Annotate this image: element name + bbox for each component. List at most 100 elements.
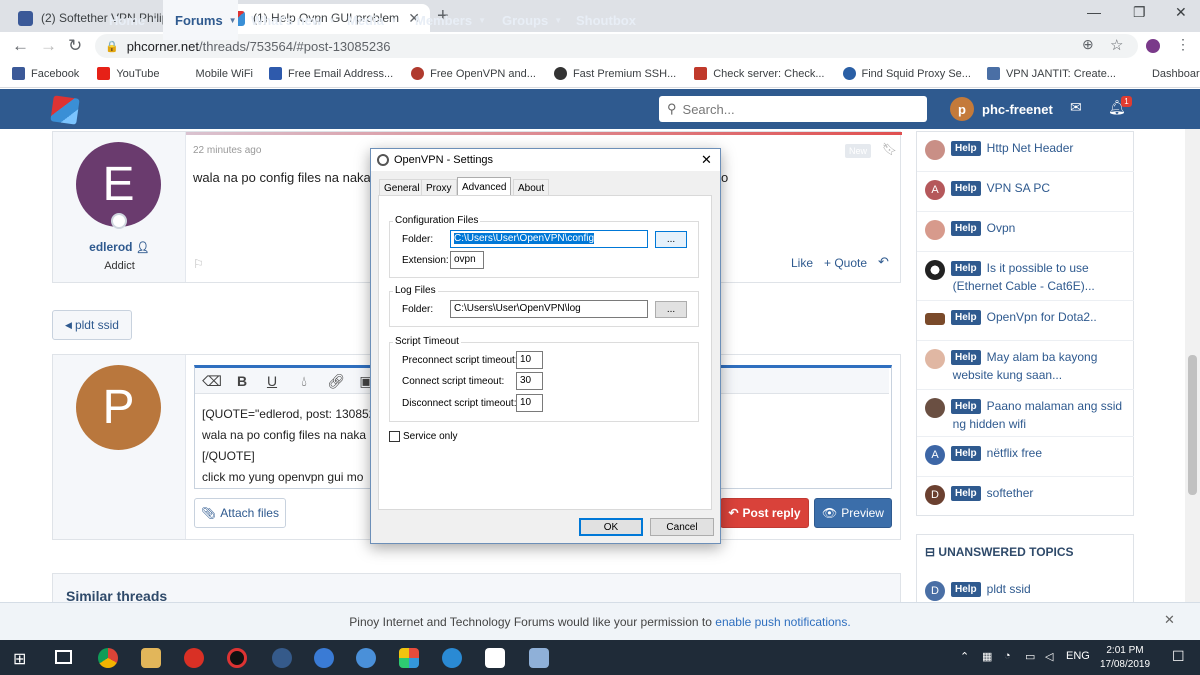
nav-media[interactable]: Media ▼ bbox=[347, 0, 398, 40]
bookmark-free-openvpn[interactable]: Free OpenVPN and... bbox=[411, 67, 536, 80]
volume-icon[interactable]: ◁ bbox=[1045, 650, 1053, 663]
sidebar-item[interactable]: A Help nëtflix free bbox=[917, 437, 1134, 477]
connect-timeout-input[interactable]: 30 bbox=[516, 372, 543, 390]
prev-thread-button[interactable]: ◀ pldt ssid bbox=[52, 310, 132, 340]
battery-icon[interactable]: ▭ bbox=[1025, 650, 1035, 663]
site-search-input[interactable]: ⚲ Search... bbox=[659, 96, 927, 122]
network-icon[interactable] bbox=[356, 648, 376, 668]
editor-content[interactable]: [QUOTE="edlerod, post: 130852 wala na po… bbox=[202, 404, 375, 488]
inbox-icon[interactable]: ✉ bbox=[1070, 99, 1082, 116]
chrome-icon[interactable] bbox=[98, 648, 118, 668]
recorder-icon[interactable] bbox=[227, 648, 247, 668]
nav-whats-new[interactable]: What's new ▼ bbox=[251, 0, 336, 40]
openvpn-taskbar-icon[interactable] bbox=[272, 648, 292, 668]
windows-start-icon[interactable]: ⊞ bbox=[13, 649, 26, 669]
minimize-icon[interactable]: — bbox=[1087, 4, 1101, 20]
report-flag-icon[interactable]: ⚐ bbox=[193, 257, 204, 271]
bookmark-vpn-jantit[interactable]: VPN JANTIT: Create... bbox=[986, 67, 1116, 80]
config-folder-input[interactable]: C:\Users\User\OpenVPN\config bbox=[450, 230, 648, 248]
enable-push-link[interactable]: enable push notifications. bbox=[715, 615, 850, 629]
tab-about[interactable]: About bbox=[513, 179, 550, 196]
bold-icon[interactable]: B bbox=[227, 368, 257, 394]
sidebar-item[interactable]: Help May alam ba kayong website kung saa… bbox=[917, 341, 1134, 390]
log-folder-input[interactable]: C:\Users\User\OpenVPN\log bbox=[450, 300, 648, 318]
disconnect-timeout-input[interactable]: 10 bbox=[516, 394, 543, 412]
tab-proxy[interactable]: Proxy bbox=[421, 179, 457, 196]
nav-forums[interactable]: Forums ▼ bbox=[163, 0, 238, 40]
thread-title[interactable]: Ovpn bbox=[987, 219, 1016, 237]
thread-title[interactable]: Is it possible to use (Ethernet Cable - … bbox=[953, 259, 1126, 295]
wifi-icon[interactable]: ◔ bbox=[1004, 650, 1011, 662]
underline-icon[interactable]: U bbox=[257, 368, 287, 394]
bookmark-fast-ssh[interactable]: Fast Premium SSH... bbox=[553, 67, 676, 80]
file-explorer-icon[interactable] bbox=[141, 648, 161, 668]
extension-input[interactable]: ovpn bbox=[450, 251, 484, 269]
quote-button[interactable]: + Quote bbox=[824, 256, 867, 270]
back-icon[interactable]: ← bbox=[12, 36, 29, 56]
thread-title[interactable]: pldt ssid bbox=[987, 580, 1031, 598]
p-app-icon[interactable] bbox=[485, 648, 505, 668]
tray-network-icon[interactable]: ▦ bbox=[982, 650, 992, 663]
tab-advanced[interactable]: Advanced bbox=[457, 177, 512, 197]
preconnect-timeout-input[interactable]: 10 bbox=[516, 351, 543, 369]
add-page-icon[interactable]: ⊕ bbox=[1082, 36, 1094, 53]
thread-title[interactable]: softether bbox=[987, 484, 1034, 502]
window-close-icon[interactable]: ✕ bbox=[1175, 4, 1187, 21]
preview-button[interactable]: 👁︎ Preview bbox=[814, 498, 892, 528]
reload-icon[interactable]: ↻ bbox=[68, 36, 82, 56]
post-reply-button[interactable]: ↶ Post reply bbox=[720, 498, 809, 528]
notepad-icon[interactable] bbox=[529, 648, 549, 668]
cancel-button[interactable]: Cancel bbox=[650, 518, 714, 536]
action-center-icon[interactable]: ☐ bbox=[1172, 648, 1185, 665]
sidebar-item[interactable]: Help OpenVpn for Dota2.. bbox=[917, 301, 1134, 341]
thread-title[interactable]: May alam ba kayong website kung saan... bbox=[953, 348, 1126, 384]
color-drop-icon[interactable]: 💧︎ bbox=[289, 368, 319, 394]
thread-title[interactable]: nëtflix free bbox=[987, 444, 1042, 462]
nav-shoutbox[interactable]: Shoutbox bbox=[576, 0, 636, 40]
link-icon[interactable]: 🔗︎ bbox=[321, 368, 351, 394]
sidebar-item[interactable]: Help Is it possible to use (Ethernet Cab… bbox=[917, 252, 1134, 301]
nav-members[interactable]: Members ▼ bbox=[415, 0, 486, 40]
bookmark-check-server[interactable]: Check server: Check... bbox=[694, 67, 825, 80]
sidebar-item[interactable]: Help Ovpn bbox=[917, 212, 1134, 252]
service-only-checkbox[interactable] bbox=[389, 431, 400, 442]
ok-button[interactable]: OK bbox=[579, 518, 643, 536]
globe-icon[interactable] bbox=[314, 648, 334, 668]
app-grid-icon[interactable] bbox=[399, 648, 419, 668]
dialog-close-icon[interactable]: ✕ bbox=[701, 152, 712, 168]
bookmark-free-email[interactable]: Free Email Address... bbox=[269, 67, 393, 80]
sidebar-item[interactable]: A Help VPN SA PC bbox=[917, 172, 1134, 212]
eraser-icon[interactable]: ⌫ bbox=[197, 368, 227, 394]
post-author-name[interactable]: edlerod 👤︎ bbox=[53, 240, 186, 254]
scrollbar-thumb[interactable] bbox=[1188, 355, 1197, 495]
thread-title[interactable]: Paano malaman ang ssid ng hidden wifi bbox=[953, 397, 1126, 433]
attach-files-button[interactable]: 📎︎ Attach files bbox=[194, 498, 286, 528]
bookmark-squid-proxy[interactable]: Find Squid Proxy Se... bbox=[842, 67, 971, 80]
extension-icon[interactable] bbox=[1146, 39, 1160, 53]
sidebar-item[interactable]: Help Paano malaman ang ssid ng hidden wi… bbox=[917, 390, 1134, 437]
bookmark-icon[interactable]: 🔖︎ bbox=[882, 142, 897, 156]
tab-general[interactable]: General bbox=[379, 179, 425, 196]
tray-chevron-icon[interactable]: ⌃ bbox=[960, 650, 969, 663]
task-view-icon[interactable] bbox=[55, 650, 72, 664]
sidebar-item[interactable]: D Help softether bbox=[917, 477, 1134, 517]
bookmark-youtube[interactable]: YouTube bbox=[97, 67, 160, 80]
refresh-app-icon[interactable] bbox=[442, 648, 462, 668]
psiphon-icon[interactable] bbox=[184, 648, 204, 668]
language-indicator[interactable]: ENG bbox=[1066, 650, 1090, 662]
bookmark-mobile-wifi[interactable]: Mobile WiFi bbox=[196, 68, 253, 80]
log-browse-button[interactable]: ... bbox=[655, 301, 687, 318]
like-button[interactable]: Like bbox=[791, 256, 813, 270]
thread-title[interactable]: OpenVpn for Dota2.. bbox=[987, 308, 1097, 326]
clock[interactable]: 2:01 PM 17/08/2019 bbox=[1098, 644, 1152, 672]
bookmark-facebook[interactable]: Facebook bbox=[12, 67, 79, 80]
thread-title[interactable]: Http Net Header bbox=[987, 139, 1074, 157]
thread-title[interactable]: VPN SA PC bbox=[987, 179, 1050, 197]
restore-icon[interactable]: ❐ bbox=[1133, 4, 1146, 21]
reply-icon[interactable]: ↶ bbox=[878, 254, 889, 270]
forward-icon[interactable]: → bbox=[40, 36, 57, 56]
bookmark-star-icon[interactable]: ☆ bbox=[1110, 36, 1123, 54]
config-browse-button[interactable]: ... bbox=[655, 231, 687, 248]
nav-groups[interactable]: Groups ▼ bbox=[502, 0, 562, 40]
bookmark-dashboard[interactable]: Dashboard bbox=[1152, 68, 1200, 80]
